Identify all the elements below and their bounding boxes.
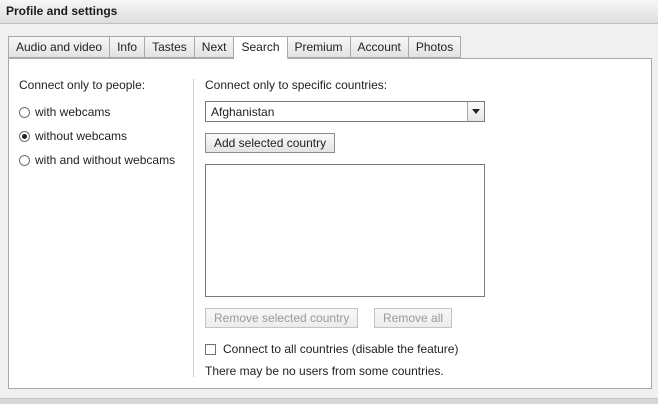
remove-selected-country-button[interactable]: Remove selected country bbox=[205, 308, 359, 328]
selected-countries-list[interactable] bbox=[205, 164, 485, 297]
radio-label: with webcams bbox=[35, 105, 111, 119]
add-selected-country-button[interactable]: Add selected country bbox=[205, 133, 336, 153]
tab-tastes[interactable]: Tastes bbox=[145, 36, 195, 58]
window-title: Profile and settings bbox=[6, 4, 118, 18]
all-countries-label: Connect to all countries (disable the fe… bbox=[223, 342, 459, 356]
chevron-down-icon[interactable] bbox=[467, 102, 484, 121]
tab-search[interactable]: Search bbox=[234, 36, 288, 59]
remove-all-button[interactable]: Remove all bbox=[374, 308, 453, 328]
radio-with-and-without-webcams[interactable]: with and without webcams bbox=[19, 153, 175, 167]
country-select-value: Afghanistan bbox=[211, 105, 275, 119]
tab-next[interactable]: Next bbox=[194, 36, 235, 58]
radio-with-webcams[interactable]: with webcams bbox=[19, 105, 110, 119]
radio-label: without webcams bbox=[35, 129, 128, 143]
countries-heading: Connect only to specific countries: bbox=[205, 78, 388, 92]
radio-button-icon[interactable] bbox=[19, 106, 30, 118]
search-settings-panel: Connect only to people: with webcams wit… bbox=[8, 58, 652, 389]
all-countries-checkbox-row[interactable]: Connect to all countries (disable the fe… bbox=[205, 342, 458, 356]
tab-premium[interactable]: Premium bbox=[287, 36, 351, 58]
people-heading: Connect only to people: bbox=[19, 78, 146, 92]
radio-button-icon[interactable] bbox=[19, 154, 30, 166]
tab-bar: Audio and video Info Tastes Next Search … bbox=[8, 36, 462, 59]
radio-label: with and without webcams bbox=[35, 153, 176, 167]
radio-button-checked-icon[interactable] bbox=[19, 130, 30, 142]
bottom-strip bbox=[0, 398, 658, 404]
country-select[interactable]: Afghanistan bbox=[205, 101, 485, 122]
section-divider bbox=[193, 79, 194, 377]
tab-photos[interactable]: Photos bbox=[408, 36, 462, 58]
radio-without-webcams[interactable]: without webcams bbox=[19, 129, 127, 143]
checkbox-icon[interactable] bbox=[205, 343, 216, 355]
tab-account[interactable]: Account bbox=[350, 36, 409, 58]
title-bar: Profile and settings bbox=[0, 0, 658, 24]
countries-note: There may be no users from some countrie… bbox=[205, 364, 444, 378]
tab-audio-and-video[interactable]: Audio and video bbox=[8, 36, 111, 58]
tab-info[interactable]: Info bbox=[110, 36, 146, 58]
